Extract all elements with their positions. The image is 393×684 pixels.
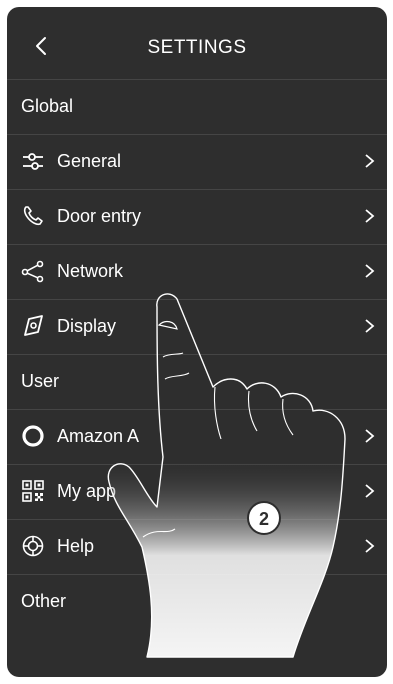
chevron-right-icon — [363, 152, 377, 170]
settings-item-general[interactable]: General — [7, 134, 387, 189]
settings-item-label: General — [57, 151, 122, 171]
settings-item-help[interactable]: Help — [7, 519, 387, 574]
section-label: Other — [21, 591, 67, 611]
section-header-other: Other — [7, 574, 387, 629]
chevron-right-icon — [363, 427, 377, 445]
settings-item-label: Display — [57, 316, 117, 336]
settings-screen: SETTINGS Global General Door entry Netwo… — [7, 7, 387, 677]
settings-item-door-entry[interactable]: Door entry — [7, 189, 387, 244]
settings-item-amazon[interactable]: Amazon A — [7, 409, 387, 464]
chevron-right-icon — [363, 537, 377, 555]
chevron-right-icon — [363, 482, 377, 500]
settings-item-label: Help — [57, 536, 95, 556]
share-network-icon — [21, 259, 45, 283]
section-label: User — [21, 371, 60, 391]
settings-item-label: My app — [57, 481, 117, 501]
settings-item-label: Door entry — [57, 206, 142, 226]
page-title: SETTINGS — [147, 37, 247, 58]
qr-code-icon — [21, 479, 45, 503]
settings-item-my-app[interactable]: My app — [7, 464, 387, 519]
lifebuoy-icon — [21, 534, 45, 558]
chevron-right-icon — [363, 317, 377, 335]
settings-item-network[interactable]: Network — [7, 244, 387, 299]
ring-icon — [21, 424, 45, 448]
phone-icon — [21, 204, 45, 228]
sliders-icon — [21, 149, 45, 173]
settings-item-display[interactable]: Display — [7, 299, 387, 354]
section-header-global: Global — [7, 79, 387, 134]
display-icon — [21, 314, 45, 338]
settings-item-label: Network — [57, 261, 124, 281]
settings-item-label: Amazon A — [57, 426, 140, 446]
section-header-user: User — [7, 354, 387, 409]
section-label: Global — [21, 96, 74, 116]
chevron-right-icon — [363, 207, 377, 225]
header: SETTINGS — [7, 7, 387, 79]
chevron-right-icon — [363, 262, 377, 280]
